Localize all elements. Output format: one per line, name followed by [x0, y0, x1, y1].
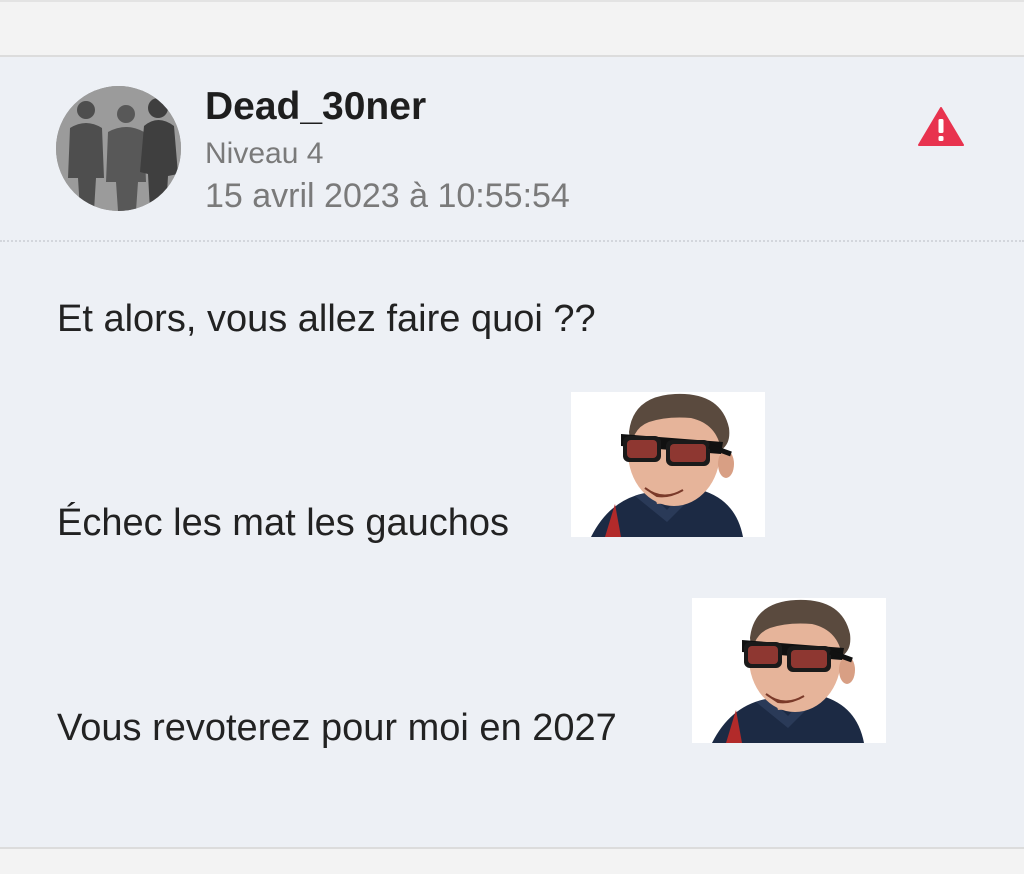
sunglasses-man-sticker[interactable] — [692, 598, 886, 743]
message-line-1: Et alors, vous allez faire quoi ?? — [57, 298, 596, 340]
report-button[interactable] — [918, 106, 964, 146]
author-username[interactable]: Dead_30ner — [205, 85, 426, 129]
top-separator — [0, 0, 1024, 57]
message-line-2: Échec les mat les gauchos — [57, 502, 510, 544]
sunglasses-man-sticker[interactable] — [571, 392, 765, 537]
message-line-3: Vous revoterez pour moi en 2027 — [57, 707, 617, 749]
bottom-separator — [0, 847, 1024, 874]
sunglasses-man-icon — [571, 392, 765, 537]
author-level: Niveau 4 — [205, 137, 324, 170]
post-timestamp[interactable]: 15 avril 2023 à 10:55:54 — [205, 177, 570, 216]
author-avatar[interactable] — [56, 86, 181, 211]
sunglasses-man-icon — [692, 598, 886, 743]
warning-triangle-icon — [918, 107, 964, 146]
group-silhouette-avatar — [56, 86, 181, 211]
forum-post: Dead_30ner Niveau 4 15 avril 2023 à 10:5… — [0, 57, 1024, 847]
header-divider — [0, 240, 1024, 242]
